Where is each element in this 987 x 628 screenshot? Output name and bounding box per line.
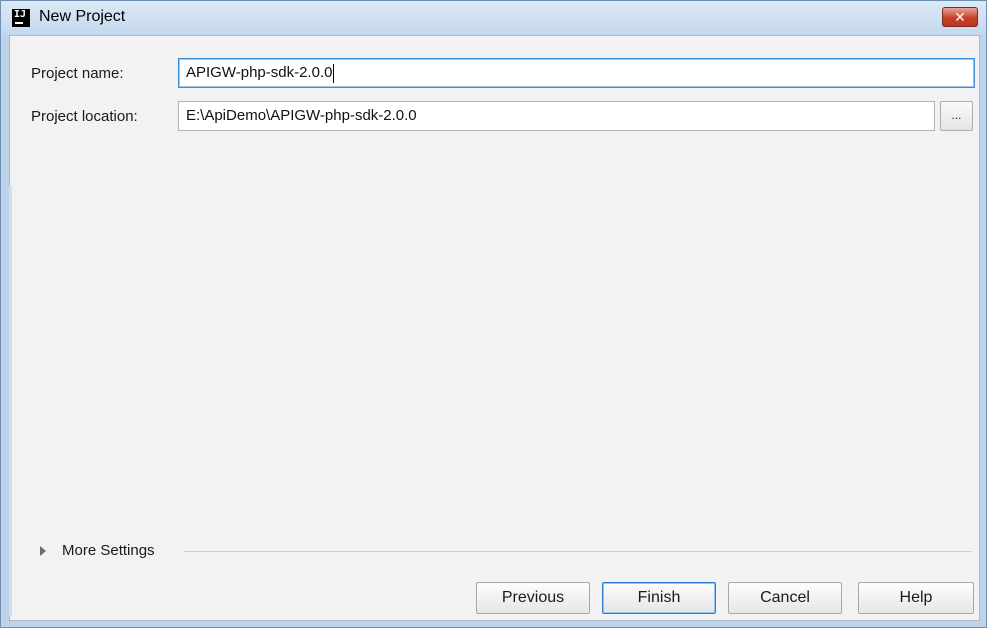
text-caret (333, 63, 335, 83)
window-title: New Project (39, 8, 126, 25)
left-edge-strip (9, 186, 12, 616)
previous-button[interactable]: Previous (476, 582, 590, 614)
cancel-button[interactable]: Cancel (728, 582, 842, 614)
expand-triangle-icon (40, 546, 46, 556)
more-settings-label: More Settings (62, 542, 155, 559)
project-location-input[interactable]: E:\ApiDemo\APIGW-php-sdk-2.0.0 (178, 101, 935, 131)
project-location-label: Project location: (31, 108, 138, 125)
project-name-input[interactable]: APIGW-php-sdk-2.0.0 (178, 58, 975, 88)
project-location-value: E:\ApiDemo\APIGW-php-sdk-2.0.0 (186, 107, 417, 124)
separator-line (184, 551, 972, 552)
project-name-label: Project name: (31, 65, 124, 82)
more-settings-toggle[interactable]: More Settings (32, 541, 972, 561)
finish-button[interactable]: Finish (602, 582, 716, 614)
browse-button[interactable]: ... (940, 101, 973, 131)
close-button[interactable]: ✕ (942, 7, 978, 27)
new-project-dialog: IJ New Project ✕ Project name: APIGW-php… (0, 0, 987, 628)
project-name-value: APIGW-php-sdk-2.0.0 (186, 64, 333, 81)
intellij-app-icon: IJ (12, 9, 30, 27)
help-button[interactable]: Help (858, 582, 974, 614)
title-bar[interactable]: IJ New Project ✕ (1, 1, 986, 35)
dialog-content: Project name: APIGW-php-sdk-2.0.0 Projec… (9, 35, 980, 621)
